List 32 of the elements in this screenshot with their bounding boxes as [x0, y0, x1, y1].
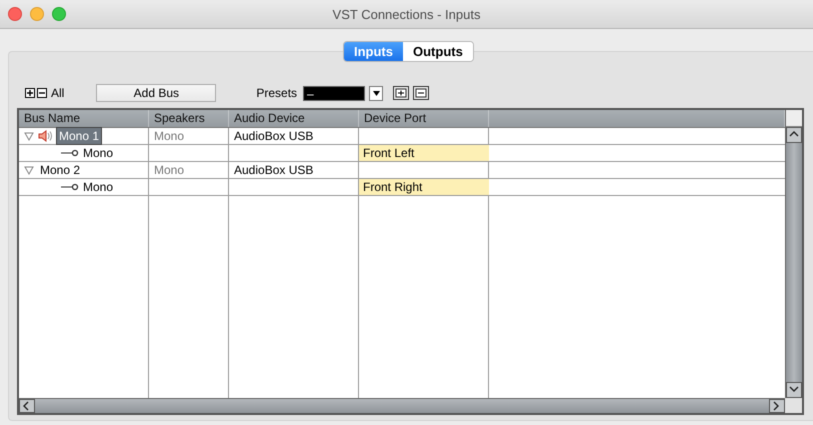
expanded-triangle-icon[interactable] [24, 166, 34, 174]
close-button[interactable] [8, 7, 22, 21]
vertical-scrollbar[interactable] [785, 110, 802, 398]
preset-field[interactable]: – [303, 86, 366, 100]
table-cell: AudioBox USB [234, 128, 314, 144]
connector-icon [61, 149, 79, 157]
bus-name[interactable]: Mono 2 [38, 162, 82, 178]
channel-name: Mono [83, 179, 114, 195]
column-header[interactable]: Device Port [359, 110, 489, 127]
window-title: VST Connections - Inputs [332, 6, 480, 22]
column-header[interactable]: Speakers [149, 110, 229, 127]
presets-label: Presets [256, 86, 298, 100]
bus-name[interactable]: Mono 1 [57, 128, 102, 144]
port-cell[interactable]: Front Right [359, 179, 489, 195]
scrollbar-corner [785, 398, 802, 413]
channel-name: Mono [83, 145, 114, 161]
port-cell[interactable]: Front Left [359, 145, 489, 161]
column-header[interactable]: Audio Device [229, 110, 359, 127]
table-cell: AudioBox USB [234, 162, 314, 178]
collapse-all-icon[interactable] [37, 88, 47, 98]
add-preset-icon[interactable] [393, 86, 410, 100]
tab[interactable]: Inputs [344, 42, 403, 61]
all-label: All [51, 86, 64, 100]
connector-icon [61, 183, 79, 191]
table-cell: Mono [154, 162, 184, 178]
table-cell: Mono [154, 128, 184, 144]
horizontal-scrollbar[interactable] [19, 398, 785, 413]
add-bus-button[interactable]: Add Bus [96, 84, 216, 102]
expanded-triangle-icon[interactable] [24, 132, 34, 140]
header-corner [786, 110, 802, 127]
remove-preset-icon[interactable] [413, 86, 430, 100]
expand-all-icon[interactable] [25, 88, 35, 98]
